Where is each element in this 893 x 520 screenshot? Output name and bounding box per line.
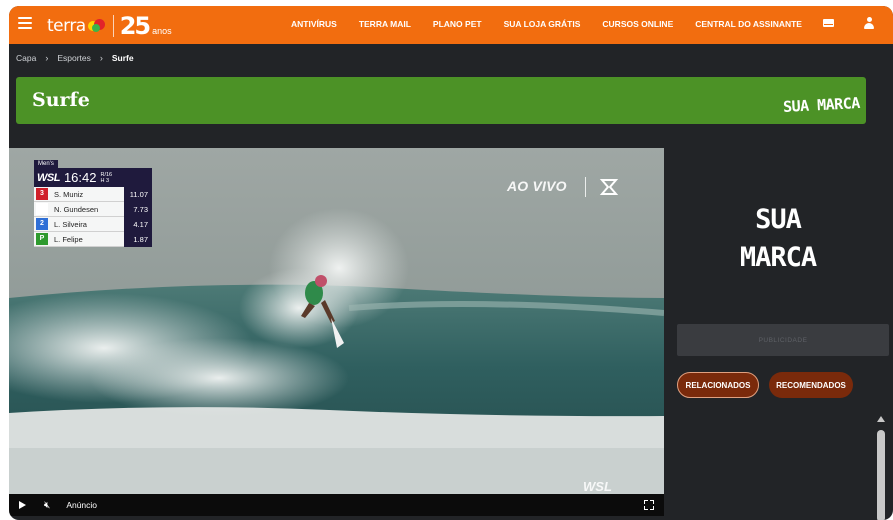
live-divider [585, 177, 586, 197]
video-player[interactable]: Men's WSL 16:42 R/16 H 3 3 S. Muniz 11.07… [9, 148, 664, 516]
breadcrumb-capa[interactable]: Capa [16, 53, 36, 63]
mute-icon[interactable]: 🔇︎ [44, 500, 50, 511]
ad-slot: PUBLICIDADE [677, 324, 889, 356]
brand-line-2: MARCA [739, 242, 817, 273]
scoreboard: Men's WSL 16:42 R/16 H 3 3 S. Muniz 11.07… [34, 158, 152, 247]
surfer-name: L. Felipe [54, 234, 83, 244]
top-navbar: terra 25 anos ANTIVÍRUS TERRA MAIL PLANO… [9, 6, 893, 44]
surfer-row: 3 S. Muniz 11.07 [34, 186, 152, 202]
surfer-score: 11.07 [124, 186, 152, 202]
nav-plano-pet[interactable]: PLANO PET [433, 19, 482, 29]
menu-icon[interactable] [18, 17, 32, 29]
priority-chip [36, 203, 48, 215]
priority-chip: 2 [36, 218, 48, 230]
anniversary-suffix: anos [152, 26, 172, 36]
app-window: terra 25 anos ANTIVÍRUS TERRA MAIL PLANO… [9, 6, 893, 520]
scoreboard-header: WSL 16:42 R/16 H 3 [34, 168, 152, 187]
surfer-name: N. Gundesen [54, 204, 99, 214]
ad-label: Anúncio [66, 500, 98, 510]
heat-clock: 16:42 [63, 170, 97, 185]
surfer-name: L. Silveira [54, 219, 87, 229]
fullscreen-icon[interactable] [644, 500, 654, 510]
video-controls: 🔇︎ Anúncio [9, 494, 664, 516]
surfer-score: 4.17 [124, 216, 152, 232]
tab-relacionados[interactable]: RELACIONADOS [677, 372, 759, 398]
nav-antivirus[interactable]: ANTIVÍRUS [291, 19, 337, 29]
nav-cursos-online[interactable]: CURSOS ONLINE [602, 19, 673, 29]
nav-central-assinante[interactable]: CENTRAL DO ASSINANTE [695, 19, 802, 29]
logo-text: terra [47, 16, 86, 36]
sponsor-logo-icon [599, 179, 619, 195]
chevron-right-icon: › [45, 53, 49, 63]
live-label: AO VIVO [507, 178, 567, 194]
heat-round: R/16 H 3 [101, 172, 113, 184]
logo-colors-icon [87, 19, 105, 33]
surfer-score: 1.87 [124, 231, 152, 247]
breadcrumb: Capa › Esportes › Surfe [16, 53, 134, 63]
mail-icon[interactable] [823, 19, 834, 27]
surfer-row: 2 L. Silveira 4.17 [34, 216, 152, 232]
nav-terra-mail[interactable]: TERRA MAIL [359, 19, 411, 29]
main-nav: ANTIVÍRUS TERRA MAIL PLANO PET SUA LOJA … [291, 19, 824, 29]
brand-logo-small: SUA MARCA [782, 94, 861, 116]
scroll-up-arrow-icon[interactable] [877, 416, 885, 422]
scrollbar-thumb[interactable] [877, 430, 885, 520]
surfer-score: 7.73 [124, 201, 152, 217]
surfer-row: P L. Felipe 1.87 [34, 231, 152, 247]
priority-chip: P [36, 233, 48, 245]
heat-label: H 3 [100, 177, 110, 184]
scoreboard-category: Men's [34, 160, 58, 168]
breadcrumb-current: Surfe [111, 53, 134, 63]
section-banner: Surfe SUA MARCA [16, 77, 866, 124]
user-icon[interactable] [864, 17, 874, 29]
brand-line-1: SUA [755, 204, 802, 235]
anniversary-number: 25 [119, 12, 151, 40]
logo-divider [112, 15, 114, 37]
breadcrumb-esportes[interactable]: Esportes [57, 53, 91, 63]
page-title: Surfe [32, 89, 90, 111]
terra-logo[interactable]: terra 25 anos [47, 12, 172, 40]
tab-recomendados[interactable]: RECOMENDADOS [769, 372, 853, 398]
chevron-right-icon: › [99, 53, 103, 63]
wsl-watermark: WSL [583, 479, 612, 494]
surfer-name: S. Muniz [54, 189, 84, 199]
wsl-logo: WSL [37, 171, 60, 184]
surfer-row: N. Gundesen 7.73 [34, 201, 152, 217]
nav-sua-loja[interactable]: SUA LOJA GRÁTIS [504, 19, 581, 29]
priority-chip: 3 [36, 188, 48, 200]
play-icon[interactable] [19, 501, 26, 509]
brand-logo-large: SUA MARCA [713, 201, 843, 277]
